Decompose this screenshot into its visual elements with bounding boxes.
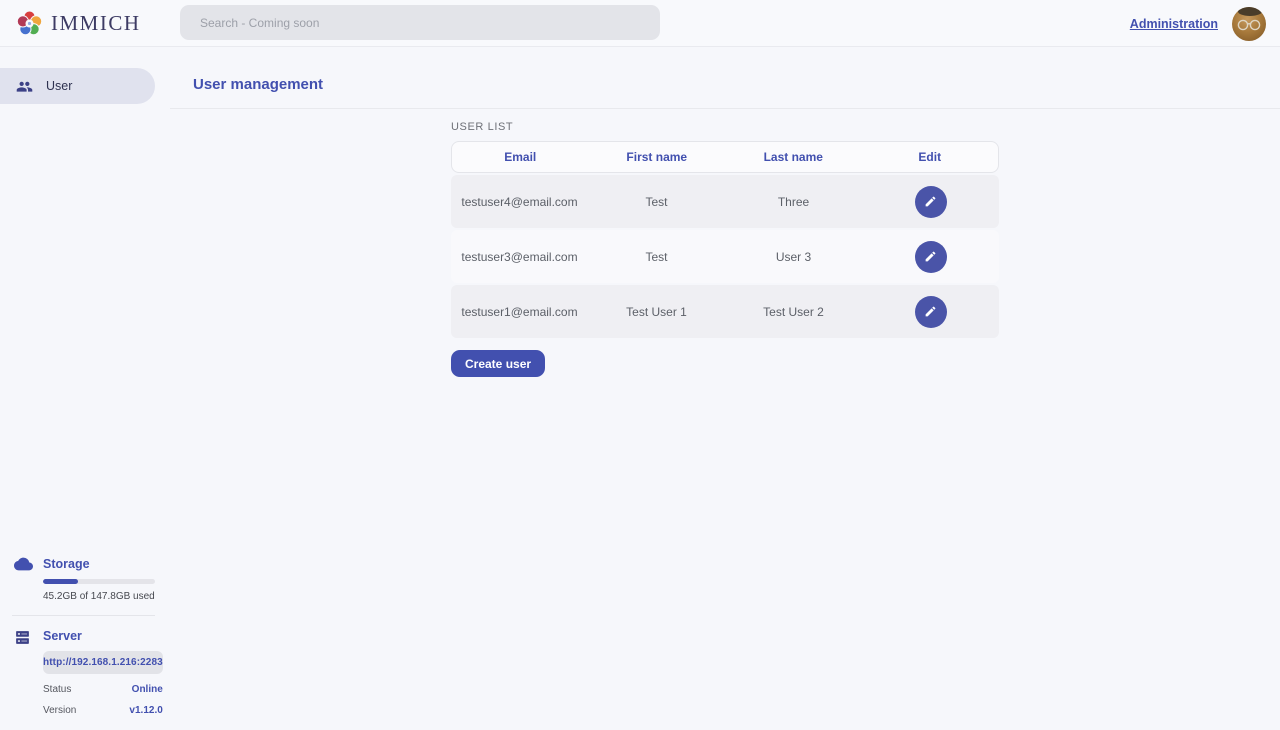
user-avatar[interactable]: [1232, 7, 1266, 41]
storage-progress-fill: [43, 579, 78, 584]
table-row: testuser4@email.com Test Three: [451, 175, 999, 228]
sidebar-footer: Storage 45.2GB of 147.8GB used Server: [0, 556, 170, 716]
main-content: User management USER LIST Email First na…: [170, 47, 1280, 730]
server-icon: [14, 628, 43, 716]
server-version-row: Version v1.12.0: [43, 705, 163, 716]
cell-email: testuser4@email.com: [451, 195, 588, 209]
cell-email: testuser1@email.com: [451, 305, 588, 319]
cell-first-name: Test User 1: [588, 305, 725, 319]
immich-flower-icon: [16, 10, 43, 37]
user-list-label: USER LIST: [451, 121, 999, 133]
sidebar-divider: [12, 615, 155, 616]
server-title: Server: [43, 628, 163, 644]
cell-last-name: Three: [725, 195, 862, 209]
cell-first-name: Test: [588, 195, 725, 209]
version-label: Version: [43, 705, 76, 716]
cell-last-name: User 3: [725, 250, 862, 264]
administration-link[interactable]: Administration: [1130, 17, 1218, 31]
status-label: Status: [43, 684, 71, 695]
users-icon: [16, 79, 33, 93]
storage-title: Storage: [43, 556, 155, 572]
edit-user-button[interactable]: [915, 241, 947, 273]
version-value: v1.12.0: [129, 705, 162, 716]
server-url-badge: http://192.168.1.216:2283: [43, 651, 163, 674]
cell-first-name: Test: [588, 250, 725, 264]
logo-wordmark: IMMICH: [51, 11, 141, 36]
edit-user-button[interactable]: [915, 186, 947, 218]
immich-logo: IMMICH: [16, 10, 141, 37]
column-header-last-name: Last name: [725, 150, 862, 164]
top-bar: IMMICH Administration: [0, 0, 1280, 47]
storage-progress-bar: [43, 579, 155, 584]
pencil-icon: [924, 305, 937, 318]
cell-last-name: Test User 2: [725, 305, 862, 319]
page-title: User management: [170, 47, 1280, 93]
edit-user-button[interactable]: [915, 296, 947, 328]
sidebar: User Storage 45.2GB of 147.8GB used: [0, 47, 170, 730]
table-row: testuser3@email.com Test User 3: [451, 230, 999, 283]
glasses-icon: [1236, 19, 1262, 31]
pencil-icon: [924, 250, 937, 263]
storage-usage-text: 45.2GB of 147.8GB used: [43, 591, 155, 602]
title-divider: [170, 108, 1280, 109]
cell-email: testuser3@email.com: [451, 250, 588, 264]
search-input[interactable]: [180, 5, 660, 40]
server-status-row: Status Online: [43, 684, 163, 695]
search-bar[interactable]: [180, 5, 660, 40]
create-user-button[interactable]: Create user: [451, 350, 545, 377]
column-header-edit: Edit: [862, 150, 999, 164]
table-row: testuser1@email.com Test User 1 Test Use…: [451, 285, 999, 338]
storage-section: Storage 45.2GB of 147.8GB used: [0, 556, 170, 602]
server-section: Server http://192.168.1.216:2283 Status …: [0, 628, 170, 716]
table-header-row: Email First name Last name Edit: [451, 141, 999, 173]
pencil-icon: [924, 195, 937, 208]
status-value: Online: [132, 684, 163, 695]
user-table: Email First name Last name Edit testuser…: [451, 141, 999, 338]
cloud-icon: [14, 556, 43, 602]
column-header-first-name: First name: [589, 150, 726, 164]
sidebar-item-label: User: [46, 79, 72, 93]
sidebar-item-user[interactable]: User: [0, 68, 155, 104]
column-header-email: Email: [452, 150, 589, 164]
